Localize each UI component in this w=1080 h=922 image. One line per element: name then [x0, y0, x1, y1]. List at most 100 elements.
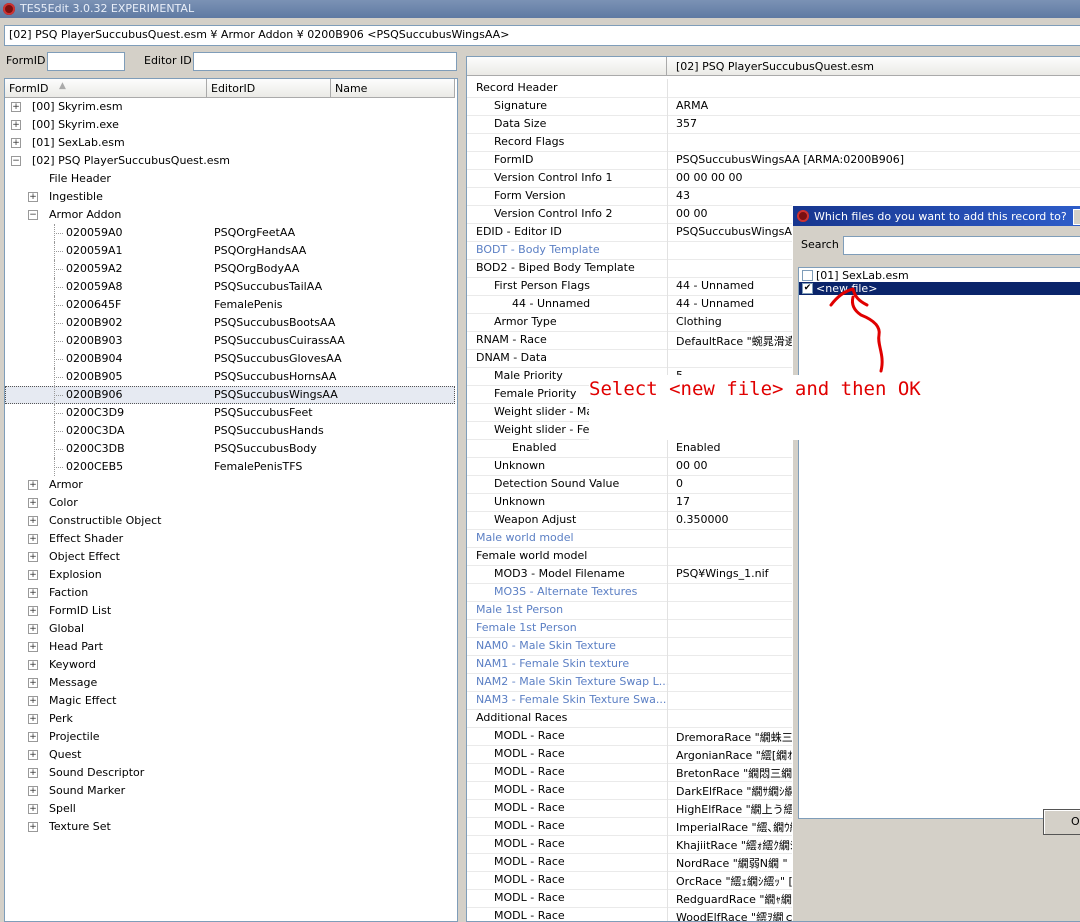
tree-row[interactable]: 0200B904 PSQSuccubusGlovesAA [5, 350, 455, 368]
expand-icon[interactable]: + [28, 804, 38, 814]
detail-field-value[interactable]: DarkElfRace "繝ｻ繝ｼ繝 [676, 783, 796, 799]
checkbox[interactable] [802, 270, 813, 281]
tree-row[interactable]: + Quest [5, 746, 455, 764]
detail-field-value[interactable]: 00 00 00 00 [676, 171, 742, 184]
tree-row[interactable]: + Keyword [5, 656, 455, 674]
detail-field-value[interactable]: Clothing [676, 315, 722, 328]
checkbox-checked[interactable]: ✔ [802, 283, 813, 294]
dialog-search-input[interactable] [843, 236, 1080, 255]
collapse-icon[interactable]: − [11, 156, 21, 166]
tree-row[interactable]: + Ingestible [5, 188, 455, 206]
detail-field-value[interactable]: KhajiitRace "繧ｫ繧ｸ繝ｼ [676, 837, 795, 853]
detail-field-value[interactable]: 0 [676, 477, 683, 490]
tree-row[interactable]: + Sound Descriptor [5, 764, 455, 782]
detail-field-value[interactable]: 00 00 [676, 459, 708, 472]
expand-icon[interactable]: + [28, 732, 38, 742]
tree-row[interactable]: + Head Part [5, 638, 455, 656]
tree-row[interactable]: + Effect Shader [5, 530, 455, 548]
pane-splitter[interactable] [458, 46, 466, 920]
tree-row[interactable]: File Header [5, 170, 455, 188]
tree-row[interactable]: + Armor [5, 476, 455, 494]
tree-row[interactable]: + Magic Effect [5, 692, 455, 710]
detail-row[interactable]: Data Size 357 [467, 115, 1080, 134]
tree-row[interactable]: + Texture Set [5, 818, 455, 836]
tree-row[interactable]: 0200C3D9 PSQSuccubusFeet [5, 404, 455, 422]
detail-row[interactable]: Form Version 43 [467, 187, 1080, 206]
detail-row[interactable]: Record Header [467, 79, 1080, 98]
detail-field-value[interactable]: Enabled [676, 441, 720, 454]
expand-icon[interactable]: + [28, 642, 38, 652]
detail-field-value[interactable]: 44 - Unnamed [676, 297, 754, 310]
detail-row[interactable]: Record Flags [467, 133, 1080, 152]
detail-row[interactable]: Version Control Info 1 00 00 00 00 [467, 169, 1080, 188]
detail-field-value[interactable]: PSQSuccubusWingsAA [ARMA:0200B906] [676, 153, 904, 166]
tree-row[interactable]: 0200C3DA PSQSuccubusHands [5, 422, 455, 440]
tree-row[interactable]: + Spell [5, 800, 455, 818]
column-header-formid[interactable]: FormID ▲ [5, 79, 207, 98]
detail-field-value[interactable]: BretonRace "繝悶三繝 [676, 765, 792, 781]
checklist-item[interactable]: [01] SexLab.esm [799, 269, 1080, 282]
tree-row[interactable]: − [02] PSQ PlayerSuccubusQuest.esm [5, 152, 455, 170]
close-icon[interactable] [1073, 209, 1080, 225]
expand-icon[interactable]: + [28, 192, 38, 202]
expand-icon[interactable]: + [28, 480, 38, 490]
detail-field-value[interactable]: ARMA [676, 99, 708, 112]
expand-icon[interactable]: + [28, 516, 38, 526]
expand-icon[interactable]: + [28, 786, 38, 796]
detail-field-value[interactable]: ImperialRace "繧､繝ｳ繝 [676, 819, 801, 835]
tree-row[interactable]: + Perk [5, 710, 455, 728]
ok-button[interactable]: O [1043, 809, 1080, 835]
tree-row[interactable]: + Explosion [5, 566, 455, 584]
expand-icon[interactable]: + [28, 768, 38, 778]
tree-row[interactable]: 020059A8 PSQSuccubusTailAA [5, 278, 455, 296]
expand-icon[interactable]: + [28, 660, 38, 670]
expand-icon[interactable]: + [28, 822, 38, 832]
formid-filter-input[interactable] [47, 52, 125, 71]
detail-field-value[interactable]: ArgonianRace "繧[繝ｵ [676, 747, 793, 763]
expand-icon[interactable]: + [11, 120, 21, 130]
detail-file-header[interactable]: [02] PSQ PlayerSuccubusQuest.esm [667, 57, 1080, 76]
tree-row[interactable]: + Message [5, 674, 455, 692]
expand-icon[interactable]: + [28, 696, 38, 706]
tree-row[interactable]: + FormID List [5, 602, 455, 620]
tree-row[interactable]: 020059A2 PSQOrgBodyAA [5, 260, 455, 278]
detail-field-value[interactable]: 44 - Unnamed [676, 279, 754, 292]
column-header-editorid[interactable]: EditorID [207, 79, 331, 98]
detail-field-value[interactable]: HighElfRace "繝上う繧 [676, 801, 795, 817]
tree-row[interactable]: + Global [5, 620, 455, 638]
column-header-name[interactable]: Name [331, 79, 455, 98]
tree-row-selected[interactable]: 0200B906 PSQSuccubusWingsAA [5, 386, 455, 404]
tree-row[interactable]: + Projectile [5, 728, 455, 746]
expand-icon[interactable]: + [28, 588, 38, 598]
detail-field-value[interactable]: DremoraRace "繝蛛三 [676, 729, 793, 745]
detail-field-value[interactable]: 0.350000 [676, 513, 729, 526]
tree-row[interactable]: 020059A1 PSQOrgHandsAA [5, 242, 455, 260]
tree-row[interactable]: + [01] SexLab.esm [5, 134, 455, 152]
detail-field-value[interactable]: 357 [676, 117, 697, 130]
tree-row[interactable]: + Sound Marker [5, 782, 455, 800]
tree-row[interactable]: 0200B905 PSQSuccubusHornsAA [5, 368, 455, 386]
tree-row[interactable]: 0200B903 PSQSuccubusCuirassAA [5, 332, 455, 350]
tree-row[interactable]: 0200B902 PSQSuccubusBootsAA [5, 314, 455, 332]
detail-row[interactable]: Signature ARMA [467, 97, 1080, 116]
expand-icon[interactable]: + [28, 606, 38, 616]
detail-field-value[interactable]: 17 [676, 495, 690, 508]
expand-icon[interactable]: + [28, 552, 38, 562]
tree-row[interactable]: 0200645F FemalePenis [5, 296, 455, 314]
tree-row[interactable]: + Faction [5, 584, 455, 602]
detail-field-value[interactable]: DefaultRace "蜿晁滑遶 [676, 333, 796, 349]
collapse-icon[interactable]: − [28, 210, 38, 220]
record-tree[interactable]: FormID ▲ EditorID Name + [00] Skyrim.esm + [… [4, 78, 458, 922]
tree-row[interactable]: 020059A0 PSQOrgFeetAA [5, 224, 455, 242]
detail-row[interactable]: FormID PSQSuccubusWingsAA [ARMA:0200B906] [467, 151, 1080, 170]
tree-row[interactable]: + Constructible Object [5, 512, 455, 530]
expand-icon[interactable]: + [28, 534, 38, 544]
tree-row[interactable]: 0200C3DB PSQSuccubusBody [5, 440, 455, 458]
expand-icon[interactable]: + [28, 714, 38, 724]
detail-field-value[interactable]: 00 00 [676, 207, 708, 220]
tree-row[interactable]: + [00] Skyrim.esm [5, 98, 455, 116]
expand-icon[interactable]: + [11, 102, 21, 112]
tree-row[interactable]: + Object Effect [5, 548, 455, 566]
editorid-filter-input[interactable] [193, 52, 457, 71]
expand-icon[interactable]: + [28, 570, 38, 580]
